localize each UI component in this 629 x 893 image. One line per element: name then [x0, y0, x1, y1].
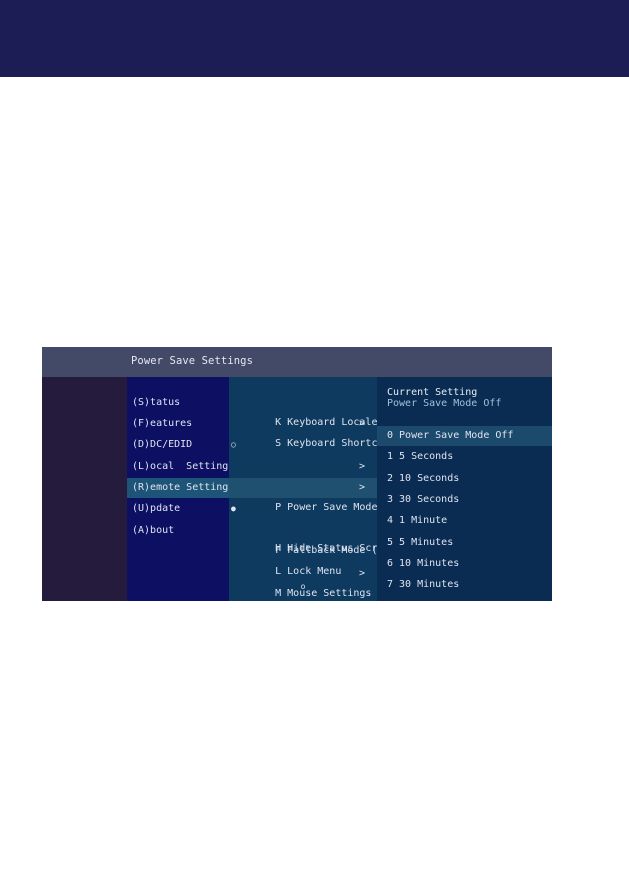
option-item-5-minutes[interactable]: 5 5 Minutes [377, 533, 552, 553]
option-item-30-seconds[interactable]: 3 30 Seconds [377, 490, 552, 510]
chevron-right-icon: > [358, 482, 365, 493]
option-item-5-seconds[interactable]: 1 5 Seconds [377, 447, 552, 467]
submenu-item-lock-menu[interactable]: L Lock Menu [229, 542, 377, 577]
menu-item-features[interactable]: (F)eatures [127, 414, 229, 434]
option-item-10-seconds[interactable]: 2 10 Seconds [377, 469, 552, 489]
option-item-off[interactable]: 0 Power Save Mode Off [377, 426, 552, 446]
toggle-off-icon: ○ [231, 440, 236, 449]
submenu-item-keyboard-shortcuts[interactable]: S Keyboard Shortcuts > [229, 414, 395, 449]
current-setting-label: Current Setting [387, 387, 478, 398]
option-item-10-minutes[interactable]: 6 10 Minutes [377, 554, 552, 574]
toggle-on-icon: ● [231, 504, 236, 513]
menu-item-remote-settings[interactable]: (R)emote Settings [127, 478, 234, 498]
options-panel: Current Setting Power Save Mode Off 0 Po… [377, 377, 552, 601]
submenu-item-usb-share[interactable]: ○ U USB Share any Key [229, 435, 390, 490]
scroll-indicator-icon: o [300, 582, 306, 591]
menu-item-ddc-edid[interactable]: (D)DC/EDID [127, 435, 229, 455]
menu-item-local-settings[interactable]: (L)ocal Settings [127, 457, 234, 477]
submenu-item-fallback-mode[interactable]: F Fallback Mode (3) [229, 521, 389, 556]
menu-item-update[interactable]: (U)pdate [127, 499, 229, 519]
main-menu: (S)tatus (F)eatures (D)DC/EDID (L)ocal S… [127, 377, 234, 601]
current-setting-value: Power Save Mode Off [387, 398, 502, 409]
title-bar: Power Save Settings [42, 347, 552, 377]
submenu-item-keyboard-locale[interactable]: K Keyboard Locale (DE) [229, 393, 407, 428]
option-item-30-minutes[interactable]: 7 30 Minutes [377, 575, 552, 595]
submenu-item-audio-input-gain[interactable]: A Audio Input Gain > [229, 457, 383, 492]
submenu-item-hide-status-screen[interactable]: ● H Hide Status Screen [229, 499, 396, 554]
menu-item-status[interactable]: (S)tatus [127, 393, 229, 413]
menu-item-about[interactable]: (A)bout [127, 521, 229, 541]
option-item-1-minute[interactable]: 4 1 Minute [377, 511, 552, 531]
chevron-right-icon: > [358, 461, 365, 472]
submenu-item-power-save-mode[interactable]: P Power Save Mode > [229, 478, 377, 513]
submenu-item-mouse-settings[interactable]: M Mouse Settings > [229, 564, 377, 599]
screen-title: Power Save Settings [131, 355, 254, 367]
chevron-right-icon: > [358, 568, 365, 579]
submenu: K Keyboard Locale (DE) S Keyboard Shortc… [229, 377, 408, 601]
left-blank-panel [42, 377, 127, 601]
header-band [0, 0, 629, 77]
chevron-right-icon: > [358, 418, 365, 429]
osd-screen: Power Save Settings (S)tatus (F)eatures … [42, 347, 552, 601]
